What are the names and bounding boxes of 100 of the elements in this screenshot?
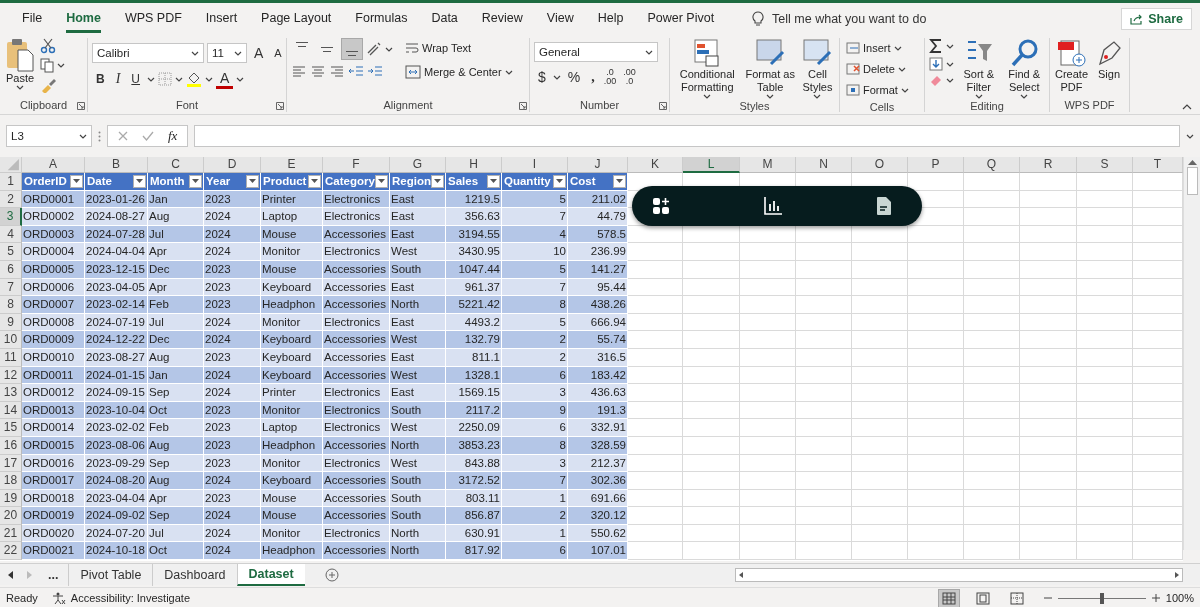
cells-button[interactable]: Delete — [844, 59, 911, 79]
dialog-launcher-icon[interactable] — [519, 102, 527, 110]
styles-button[interactable]: Format as Table — [744, 38, 796, 99]
column-letter[interactable]: A — [22, 157, 85, 173]
scrollbar-thumb[interactable] — [1186, 167, 1198, 195]
horizontal-scrollbar[interactable] — [735, 567, 1183, 582]
add-sheet-button[interactable] — [324, 567, 339, 582]
filter-button[interactable] — [553, 174, 566, 188]
column-letter[interactable]: F — [323, 157, 390, 173]
slider-thumb[interactable] — [1099, 592, 1104, 604]
menu-tab[interactable]: Insert — [205, 4, 238, 33]
styles-button[interactable]: Cell Styles — [799, 38, 835, 99]
currency-button[interactable]: $ — [534, 66, 550, 88]
filter-button[interactable] — [70, 174, 83, 188]
search-placeholder[interactable]: Tell me what you want to do — [772, 11, 927, 26]
column-letter[interactable]: S — [1077, 157, 1133, 173]
paste-button[interactable]: Paste — [4, 38, 36, 98]
column-letter[interactable]: H — [446, 157, 502, 173]
grow-font-button[interactable]: A — [250, 42, 268, 64]
merge-center-button[interactable]: Merge & Center — [403, 62, 515, 82]
insert-function-button[interactable]: fx — [168, 128, 178, 144]
sum-icon[interactable] — [929, 38, 943, 54]
menu-tab[interactable]: Power Pivot — [647, 4, 715, 33]
cells-button[interactable]: Insert — [844, 38, 911, 58]
column-letter[interactable]: D — [204, 157, 261, 173]
filter-button[interactable] — [189, 174, 202, 188]
toolbar-button[interactable] — [763, 196, 783, 216]
column-letter[interactable]: E — [261, 157, 323, 173]
menu-tab[interactable]: Data — [431, 4, 458, 33]
filter-button[interactable] — [246, 174, 259, 188]
filter-button[interactable] — [613, 174, 626, 188]
menu-tab[interactable]: Page Layout — [261, 4, 332, 33]
sheet-tab[interactable]: Dataset — [236, 563, 305, 586]
menu-tab[interactable]: Help — [597, 4, 624, 33]
name-box[interactable]: L3 — [6, 125, 92, 147]
filter-button[interactable] — [487, 174, 500, 188]
menu-tab[interactable]: File — [22, 4, 43, 33]
column-letter[interactable]: L — [683, 157, 740, 173]
zoom-in-icon[interactable] — [1151, 594, 1160, 602]
row-number[interactable]: 1 — [0, 173, 22, 191]
filter-button[interactable] — [308, 174, 321, 188]
sheet-tab[interactable]: Pivot Table — [68, 563, 153, 586]
accessibility-status[interactable]: Accessibility: Investigate — [70, 592, 190, 604]
row-number[interactable]: 3 — [0, 208, 22, 226]
fill-color-icon[interactable] — [186, 71, 202, 87]
scroll-left-icon[interactable] — [8, 570, 13, 579]
column-letter[interactable]: I — [502, 157, 568, 173]
orientation-icon[interactable] — [366, 41, 382, 57]
wrap-text-button[interactable]: Wrap Text — [403, 38, 515, 58]
toolbar-button[interactable] — [876, 196, 892, 216]
pdf-button[interactable]: Create PDF — [1054, 38, 1090, 98]
shrink-font-button[interactable]: A — [270, 42, 286, 64]
column-letter[interactable]: N — [796, 157, 852, 173]
view-button[interactable] — [937, 588, 960, 607]
editing-button[interactable]: Find & Select — [1003, 38, 1045, 99]
row-number[interactable]: 13 — [0, 384, 22, 402]
column-letter[interactable]: G — [390, 157, 446, 173]
menu-tab[interactable]: Formulas — [355, 4, 408, 33]
dialog-launcher-icon[interactable] — [276, 102, 284, 110]
column-letter[interactable]: K — [628, 157, 683, 173]
collapse-ribbon-icon[interactable] — [1182, 104, 1192, 110]
row-number[interactable]: 8 — [0, 296, 22, 314]
comma-button[interactable]: , — [587, 66, 599, 88]
column-letter[interactable]: O — [852, 157, 908, 173]
menu-tab[interactable]: Home — [66, 4, 101, 33]
lightbulb-icon[interactable] — [752, 10, 765, 27]
share-button[interactable]: Share — [1121, 7, 1192, 30]
styles-button[interactable]: Conditional Formatting — [674, 38, 741, 99]
toolbar-button[interactable] — [652, 197, 670, 215]
brush-icon[interactable] — [40, 77, 56, 93]
menu-tab[interactable]: WPS PDF — [124, 4, 182, 33]
percent-button[interactable]: % — [563, 66, 585, 88]
row-number[interactable]: 10 — [0, 331, 22, 349]
column-letter[interactable]: M — [740, 157, 796, 173]
row-number[interactable]: 5 — [0, 243, 22, 261]
filter-button[interactable] — [431, 174, 444, 188]
formula-input[interactable] — [194, 125, 1180, 147]
column-letter[interactable]: C — [148, 157, 204, 173]
fill-down-icon[interactable] — [929, 57, 943, 71]
filter-button[interactable] — [133, 174, 146, 188]
filter-button[interactable] — [375, 174, 388, 188]
font-color-button[interactable]: A — [216, 69, 234, 89]
more-sheets-button[interactable]: ... — [48, 567, 59, 582]
decrease-decimal-button[interactable]: .00 .0 — [621, 68, 638, 86]
column-letter[interactable]: B — [85, 157, 148, 173]
column-letter[interactable]: J — [568, 157, 628, 173]
menu-tab[interactable]: View — [546, 4, 574, 33]
italic-button[interactable]: I — [111, 68, 125, 90]
font-size-dropdown[interactable]: 11 — [207, 43, 247, 63]
row-number[interactable]: 15 — [0, 419, 22, 437]
row-number[interactable]: 20 — [0, 507, 22, 525]
sheet-tab[interactable]: Dashboard — [152, 563, 237, 586]
scissors-icon[interactable] — [40, 38, 56, 54]
align-button[interactable] — [341, 38, 363, 60]
font-name-dropdown[interactable]: Calibri — [92, 43, 204, 63]
column-letter[interactable]: T — [1133, 157, 1183, 173]
cells-button[interactable]: Format — [844, 80, 911, 100]
column-letter[interactable]: R — [1020, 157, 1077, 173]
editing-button[interactable]: Sort & Filter — [958, 38, 1000, 99]
copy-icon[interactable] — [40, 58, 54, 73]
